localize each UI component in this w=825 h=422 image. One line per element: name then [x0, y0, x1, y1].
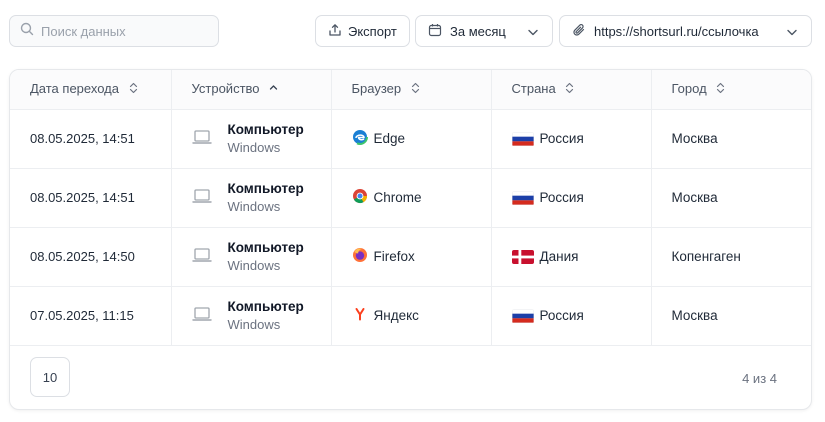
denmark-flag-icon: [511, 249, 534, 264]
cell-city: Копенгаген: [651, 227, 811, 287]
chevron-down-icon: [785, 25, 799, 42]
cell-browser: Firefox: [331, 227, 492, 287]
cell-browser: Яндекс: [331, 286, 492, 346]
toolbar: Экспорт За месяц https://shortsurl.ru/сс…: [0, 0, 825, 60]
link-label: https://shortsurl.ru/ссылочка: [594, 23, 759, 39]
calendar-icon: [428, 23, 442, 40]
cell-date: 08.05.2025, 14:51: [10, 109, 172, 169]
column-header-country[interactable]: Страна: [491, 70, 652, 110]
column-header-label: Устройство: [191, 81, 260, 97]
browser-name: Edge: [373, 131, 406, 146]
search-icon: [20, 22, 34, 41]
sort-updown-icon[interactable]: [129, 82, 138, 97]
device-name: Компьютер: [227, 239, 304, 255]
russia-flag-icon: [511, 190, 534, 205]
laptop-icon: [191, 247, 212, 266]
sort-updown-icon[interactable]: [411, 82, 420, 97]
chevron-down-icon: [526, 25, 540, 42]
browser-name: Яндекс: [373, 308, 419, 323]
cell-device: Компьютер Windows: [171, 227, 332, 287]
sort-updown-icon[interactable]: [716, 82, 725, 97]
cell-device: Компьютер Windows: [171, 109, 332, 169]
column-header-label: Город: [671, 81, 707, 97]
row-count: 4 из 4: [742, 371, 777, 386]
cell-country: Дания: [491, 227, 652, 287]
sort-updown-icon[interactable]: [565, 82, 574, 97]
device-name: Компьютер: [227, 121, 304, 137]
export-button[interactable]: Экспорт: [315, 15, 410, 47]
device-os: Windows: [227, 316, 281, 332]
column-header-date[interactable]: Дата перехода: [10, 70, 172, 110]
laptop-icon: [191, 306, 212, 325]
column-header-city[interactable]: Город: [651, 70, 811, 110]
column-header-label: Страна: [511, 81, 556, 97]
russia-flag-icon: [511, 308, 534, 323]
cell-device: Компьютер Windows: [171, 168, 332, 228]
cell-browser: Edge: [331, 109, 492, 169]
table-header-row: Дата перехода Устройство Браузер Страна …: [10, 70, 811, 110]
search-box[interactable]: [9, 15, 219, 47]
cell-city: Москва: [651, 168, 811, 228]
cell-country: Россия: [491, 168, 652, 228]
table-row[interactable]: 08.05.2025, 14:50 Компьютер Windows Fire…: [10, 227, 811, 287]
cell-device: Компьютер Windows: [171, 286, 332, 346]
cell-city: Москва: [651, 109, 811, 169]
cell-date: 08.05.2025, 14:51: [10, 168, 172, 228]
laptop-icon: [191, 129, 212, 148]
cell-date: 07.05.2025, 11:15: [10, 286, 172, 346]
export-icon: [328, 23, 342, 40]
chrome-icon: [352, 188, 368, 207]
search-input[interactable]: [41, 23, 211, 39]
column-header-device[interactable]: Устройство: [171, 70, 332, 110]
russia-flag-icon: [511, 131, 534, 146]
country-name: Россия: [539, 308, 584, 323]
export-label: Экспорт: [348, 23, 397, 39]
period-select[interactable]: За месяц: [415, 15, 553, 47]
clicks-table: Дата перехода Устройство Браузер Страна …: [10, 70, 811, 346]
column-header-browser[interactable]: Браузер: [331, 70, 492, 110]
table-footer: 10 4 из 4: [10, 345, 811, 409]
browser-name: Firefox: [373, 249, 415, 264]
sort-up-icon[interactable]: [269, 82, 278, 97]
cell-country: Россия: [491, 286, 652, 346]
device-os: Windows: [227, 257, 281, 273]
yandex-icon: [352, 306, 368, 325]
firefox-icon: [352, 247, 368, 266]
link-select[interactable]: https://shortsurl.ru/ссылочка: [559, 15, 812, 47]
country-name: Дания: [539, 249, 579, 264]
clicks-table-card: Дата перехода Устройство Браузер Страна …: [9, 69, 812, 410]
table-row[interactable]: 08.05.2025, 14:51 Компьютер Windows Edge: [10, 109, 811, 169]
device-os: Windows: [227, 198, 281, 214]
period-label: За месяц: [450, 23, 506, 39]
country-name: Россия: [539, 190, 584, 205]
paperclip-icon: [572, 23, 586, 40]
browser-name: Chrome: [373, 190, 422, 205]
column-header-label: Дата перехода: [30, 81, 119, 97]
device-name: Компьютер: [227, 180, 304, 196]
table-row[interactable]: 08.05.2025, 14:51 Компьютер Windows Chro…: [10, 168, 811, 228]
cell-city: Москва: [651, 286, 811, 346]
cell-browser: Chrome: [331, 168, 492, 228]
cell-country: Россия: [491, 109, 652, 169]
laptop-icon: [191, 188, 212, 207]
cell-date: 08.05.2025, 14:50: [10, 227, 172, 287]
device-name: Компьютер: [227, 298, 304, 314]
table-row[interactable]: 07.05.2025, 11:15 Компьютер Windows Янде…: [10, 286, 811, 346]
column-header-label: Браузер: [351, 81, 402, 97]
page-size-select[interactable]: 10: [30, 357, 70, 397]
country-name: Россия: [539, 131, 584, 146]
device-os: Windows: [227, 139, 281, 155]
edge-icon: [351, 129, 368, 148]
